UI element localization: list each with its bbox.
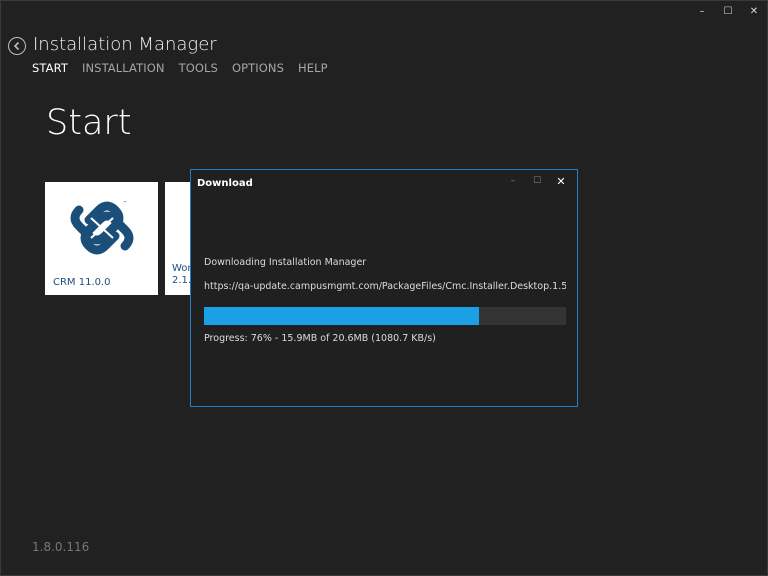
download-progress-bar [204, 307, 566, 325]
dialog-controls: – ☐ ✕ [501, 173, 573, 189]
dialog-minimize-button[interactable]: – [501, 173, 525, 189]
page-title: Start [46, 103, 132, 143]
dialog-maximize-button[interactable]: ☐ [525, 173, 549, 189]
window-maximize-button[interactable]: ☐ [715, 1, 741, 21]
back-arrow-icon [13, 41, 20, 51]
product-tile-crm[interactable]: ™ CRM 11.0.0 [45, 182, 158, 295]
window-minimize-button[interactable]: – [689, 1, 715, 21]
download-status: Downloading Installation Manager [204, 257, 367, 268]
dialog-title: Download [197, 178, 253, 189]
dialog-close-button[interactable]: ✕ [549, 173, 573, 189]
nav-item-start[interactable]: START [32, 61, 68, 75]
app-title: Installation Manager [33, 34, 217, 55]
nav-item-installation[interactable]: INSTALLATION [82, 61, 165, 75]
nav-item-help[interactable]: HELP [298, 61, 328, 75]
crm-logo-icon: ™ [70, 200, 134, 255]
download-progress-text: Progress: 76% - 15.9MB of 20.6MB (1080.7… [204, 333, 436, 344]
window-controls: – ☐ ✕ [689, 1, 767, 21]
download-progress-fill [204, 307, 480, 325]
nav-item-tools[interactable]: TOOLS [179, 61, 218, 75]
window-close-button[interactable]: ✕ [741, 1, 767, 21]
svg-text:™: ™ [123, 200, 127, 205]
download-url: https://qa-update.campusmgmt.com/Package… [204, 281, 566, 292]
version-label: 1.8.0.116 [32, 540, 90, 554]
back-button[interactable] [8, 37, 26, 55]
main-nav: START INSTALLATION TOOLS OPTIONS HELP [32, 61, 342, 75]
tile-label: CRM 11.0.0 [53, 277, 111, 288]
app-window: – ☐ ✕ Installation Manager START INSTALL… [0, 0, 768, 576]
nav-item-options[interactable]: OPTIONS [232, 61, 284, 75]
download-dialog: Download – ☐ ✕ Downloading Installation … [190, 169, 578, 407]
